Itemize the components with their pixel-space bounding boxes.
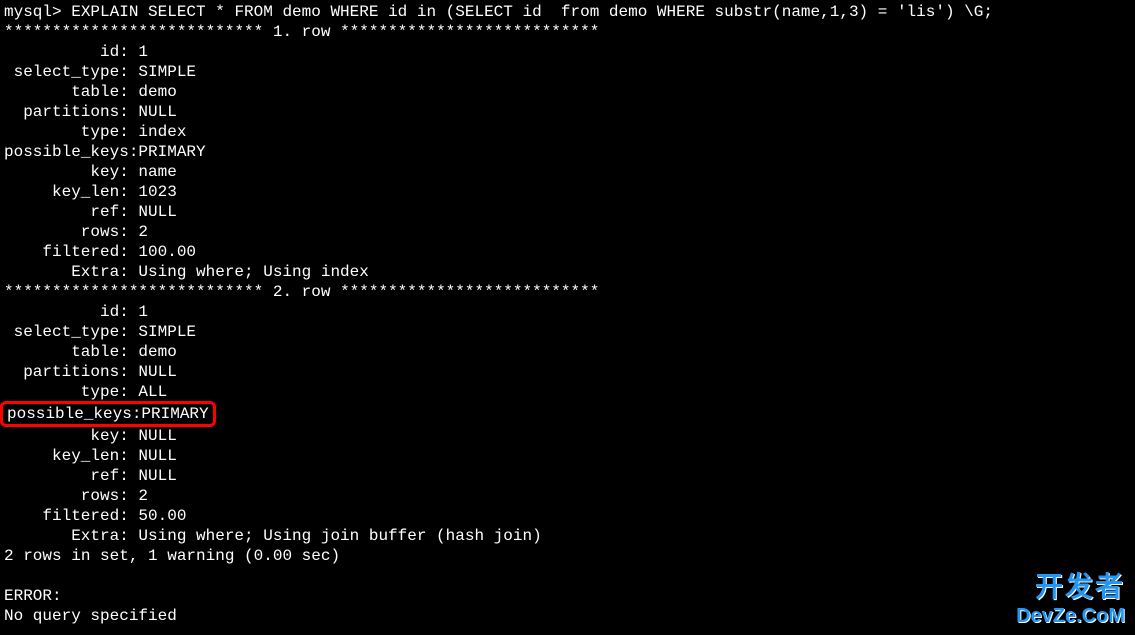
field-label: type:: [4, 382, 129, 402]
field-label: key:: [4, 426, 129, 446]
field-label: table:: [4, 82, 129, 102]
row2-id: id: 1: [4, 302, 1131, 322]
field-label: rows:: [4, 222, 129, 242]
row1-type: type: index: [4, 122, 1131, 142]
field-label: ref:: [4, 466, 129, 486]
field-label: possible_keys:: [7, 404, 132, 424]
row1-filtered: filtered: 100.00: [4, 242, 1131, 262]
field-label: select_type:: [4, 62, 129, 82]
row-2-header: *************************** 2. row *****…: [4, 282, 1131, 302]
row1-key-len: key_len: 1023: [4, 182, 1131, 202]
field-value: NULL: [138, 362, 176, 382]
row2-select-type: select_type: SIMPLE: [4, 322, 1131, 342]
field-value: NULL: [138, 202, 176, 222]
row2-type: type: ALL: [4, 382, 1131, 402]
error-label: ERROR:: [4, 586, 1131, 606]
field-label: filtered:: [4, 242, 129, 262]
field-value: 2: [138, 486, 148, 506]
field-value: 50.00: [138, 506, 186, 526]
field-label: Extra:: [4, 526, 129, 546]
field-value: PRIMARY: [141, 405, 208, 423]
row1-id: id: 1: [4, 42, 1131, 62]
field-value: Using where; Using index: [138, 262, 368, 282]
row2-rows: rows: 2: [4, 486, 1131, 506]
field-label: key_len:: [4, 446, 129, 466]
row1-extra: Extra: Using where; Using index: [4, 262, 1131, 282]
field-value: index: [138, 122, 186, 142]
row2-possible-keys: possible_keys: PRIMARY: [4, 402, 1131, 426]
summary-line: 2 rows in set, 1 warning (0.00 sec): [4, 546, 1131, 566]
row2-key-len: key_len: NULL: [4, 446, 1131, 466]
row1-table: table: demo: [4, 82, 1131, 102]
row1-rows: rows: 2: [4, 222, 1131, 242]
field-value: Using where; Using join buffer (hash joi…: [138, 526, 541, 546]
field-value: demo: [138, 82, 176, 102]
row2-key: key: NULL: [4, 426, 1131, 446]
blank-line: [4, 566, 1131, 586]
field-value: ALL: [138, 382, 167, 402]
field-label: rows:: [4, 486, 129, 506]
field-value: 1: [138, 42, 148, 62]
highlight-box: possible_keys: PRIMARY: [0, 401, 216, 427]
field-label: id:: [4, 302, 129, 322]
field-label: possible_keys:: [4, 142, 129, 162]
field-value: name: [138, 162, 176, 182]
field-label: Extra:: [4, 262, 129, 282]
row2-table: table: demo: [4, 342, 1131, 362]
row2-filtered: filtered: 50.00: [4, 506, 1131, 526]
field-label: type:: [4, 122, 129, 142]
field-value: NULL: [138, 426, 176, 446]
field-value: NULL: [138, 446, 176, 466]
field-label: partitions:: [4, 362, 129, 382]
row1-possible-keys: possible_keys: PRIMARY: [4, 142, 1131, 162]
field-value: demo: [138, 342, 176, 362]
field-value: SIMPLE: [138, 322, 196, 342]
field-label: ref:: [4, 202, 129, 222]
row-1-header: *************************** 1. row *****…: [4, 22, 1131, 42]
row2-partitions: partitions: NULL: [4, 362, 1131, 382]
field-label: select_type:: [4, 322, 129, 342]
row1-partitions: partitions: NULL: [4, 102, 1131, 122]
row2-ref: ref: NULL: [4, 466, 1131, 486]
field-label: partitions:: [4, 102, 129, 122]
field-label: filtered:: [4, 506, 129, 526]
row1-select-type: select_type: SIMPLE: [4, 62, 1131, 82]
field-label: key:: [4, 162, 129, 182]
field-label: id:: [4, 42, 129, 62]
field-value: 100.00: [138, 242, 196, 262]
field-value: NULL: [138, 102, 176, 122]
field-label: key_len:: [4, 182, 129, 202]
field-value: PRIMARY: [138, 142, 205, 162]
row2-extra: Extra: Using where; Using join buffer (ha…: [4, 526, 1131, 546]
error-message: No query specified: [4, 606, 1131, 626]
field-value: 1023: [138, 182, 176, 202]
field-value: 1: [138, 302, 148, 322]
row1-key: key: name: [4, 162, 1131, 182]
prompt-line: mysql> EXPLAIN SELECT * FROM demo WHERE …: [4, 2, 1131, 22]
row1-ref: ref: NULL: [4, 202, 1131, 222]
field-value: NULL: [138, 466, 176, 486]
field-value: SIMPLE: [138, 62, 196, 82]
field-label: table:: [4, 342, 129, 362]
field-value: 2: [138, 222, 148, 242]
